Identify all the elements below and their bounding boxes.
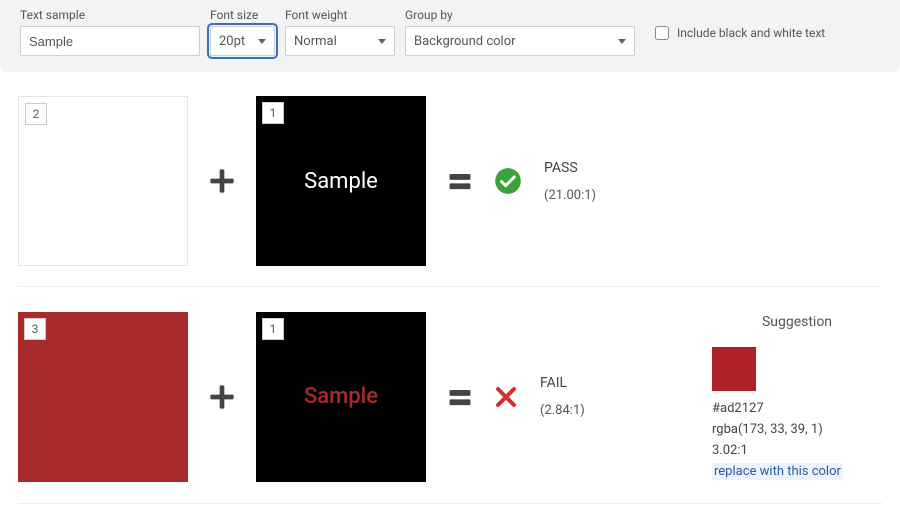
plus-icon xyxy=(208,167,236,195)
font-size-value: 20pt xyxy=(219,34,245,49)
swatch-number: 3 xyxy=(24,318,46,340)
status-label: PASS xyxy=(544,160,596,176)
equals-icon xyxy=(446,167,474,195)
suggestion-ratio: 3.02:1 xyxy=(712,441,882,462)
swatch-number: 1 xyxy=(262,102,284,124)
equals-icon xyxy=(446,383,474,411)
replace-color-link[interactable]: replace with this color xyxy=(712,463,843,480)
status-block: PASS (21.00:1) xyxy=(494,160,596,203)
font-weight-select[interactable]: Normal xyxy=(285,26,395,56)
chevron-down-icon xyxy=(258,39,266,44)
foreground-swatch[interactable]: 3 xyxy=(18,312,188,482)
fail-icon xyxy=(494,385,518,409)
text-sample-label: Text sample xyxy=(20,8,200,22)
font-size-label: Font size xyxy=(210,8,275,22)
contrast-row: 3 1 Sample FAIL (2.84:1) xyxy=(18,287,882,504)
suggestion-panel: Suggestion #ad2127 rgba(173, 33, 39, 1) … xyxy=(712,311,882,483)
text-sample-field: Text sample xyxy=(20,8,200,56)
plus-icon xyxy=(208,383,236,411)
font-size-field: Font size 20pt xyxy=(210,8,275,56)
font-size-select[interactable]: 20pt xyxy=(210,26,275,56)
group-by-value: Background color xyxy=(414,34,516,49)
sample-text: Sample xyxy=(304,384,378,409)
suggestion-swatch[interactable] xyxy=(712,347,756,391)
background-swatch[interactable]: 1 Sample xyxy=(256,96,426,266)
bw-checkbox-label: Include black and white text xyxy=(677,26,825,40)
toolbar: Text sample Font size 20pt Font weight N… xyxy=(0,0,900,72)
sample-text: Sample xyxy=(304,169,378,194)
font-weight-label: Font weight xyxy=(285,8,395,22)
bw-option: Include black and white text xyxy=(655,8,825,40)
background-swatch[interactable]: 1 Sample xyxy=(256,312,426,482)
results-area: 2 1 Sample PASS (21.00:1) xyxy=(0,72,900,504)
font-weight-field: Font weight Normal xyxy=(285,8,395,56)
swatch-number: 2 xyxy=(25,103,47,125)
font-weight-value: Normal xyxy=(294,34,337,49)
chevron-down-icon xyxy=(378,39,386,44)
text-sample-input[interactable] xyxy=(20,26,200,56)
foreground-swatch[interactable]: 2 xyxy=(18,96,188,266)
contrast-row: 2 1 Sample PASS (21.00:1) xyxy=(18,72,882,287)
contrast-ratio: (21.00:1) xyxy=(544,188,596,203)
suggestion-hex: #ad2127 xyxy=(712,399,882,420)
swatch-number: 1 xyxy=(262,318,284,340)
status-label: FAIL xyxy=(540,375,585,391)
group-by-label: Group by xyxy=(405,8,635,22)
contrast-ratio: (2.84:1) xyxy=(540,403,585,418)
chevron-down-icon xyxy=(618,39,626,44)
pass-icon xyxy=(494,167,522,195)
group-by-select[interactable]: Background color xyxy=(405,26,635,56)
group-by-field: Group by Background color xyxy=(405,8,635,56)
bw-checkbox[interactable] xyxy=(655,26,669,40)
suggestion-title: Suggestion xyxy=(712,311,882,333)
suggestion-rgba: rgba(173, 33, 39, 1) xyxy=(712,420,882,441)
status-block: FAIL (2.84:1) xyxy=(494,375,585,418)
